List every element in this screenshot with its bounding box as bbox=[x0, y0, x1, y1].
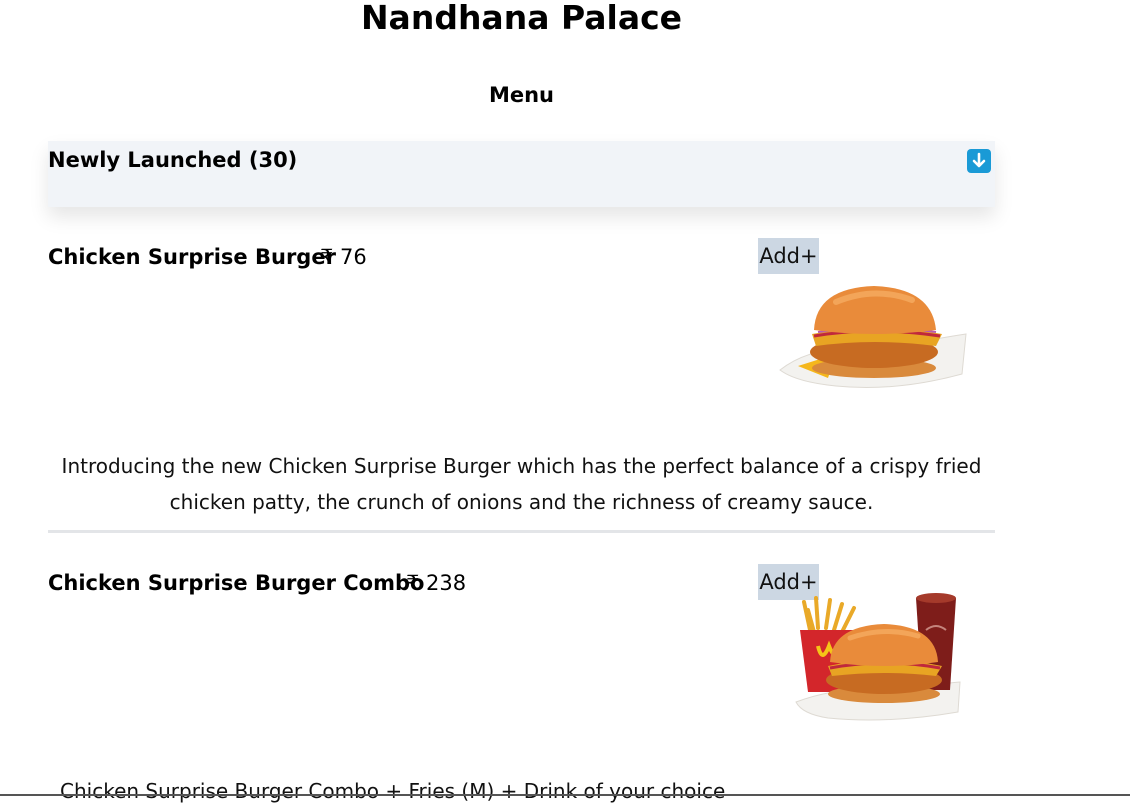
arrow-down-icon[interactable] bbox=[967, 149, 991, 173]
restaurant-title: Nandhana Palace bbox=[360, 0, 683, 37]
item-price: ₹ 76 bbox=[320, 245, 367, 269]
add-button[interactable]: Add+ bbox=[758, 238, 819, 274]
item-divider bbox=[48, 530, 995, 533]
item-description: Chicken Surprise Burger Combo + Fries (M… bbox=[60, 779, 726, 803]
item-description: Introducing the new Chicken Surprise Bur… bbox=[61, 454, 982, 514]
burger-combo-image bbox=[795, 593, 961, 721]
item-name: Chicken Surprise Burger bbox=[48, 245, 336, 269]
menu-heading: Menu bbox=[488, 83, 555, 107]
category-header[interactable]: Newly Launched (30) bbox=[48, 141, 995, 207]
burger-image bbox=[779, 286, 967, 388]
item-price: ₹ 238 bbox=[406, 571, 467, 595]
category-title: Newly Launched (30) bbox=[48, 148, 298, 172]
item-name: Chicken Surprise Burger Combo bbox=[48, 571, 425, 595]
